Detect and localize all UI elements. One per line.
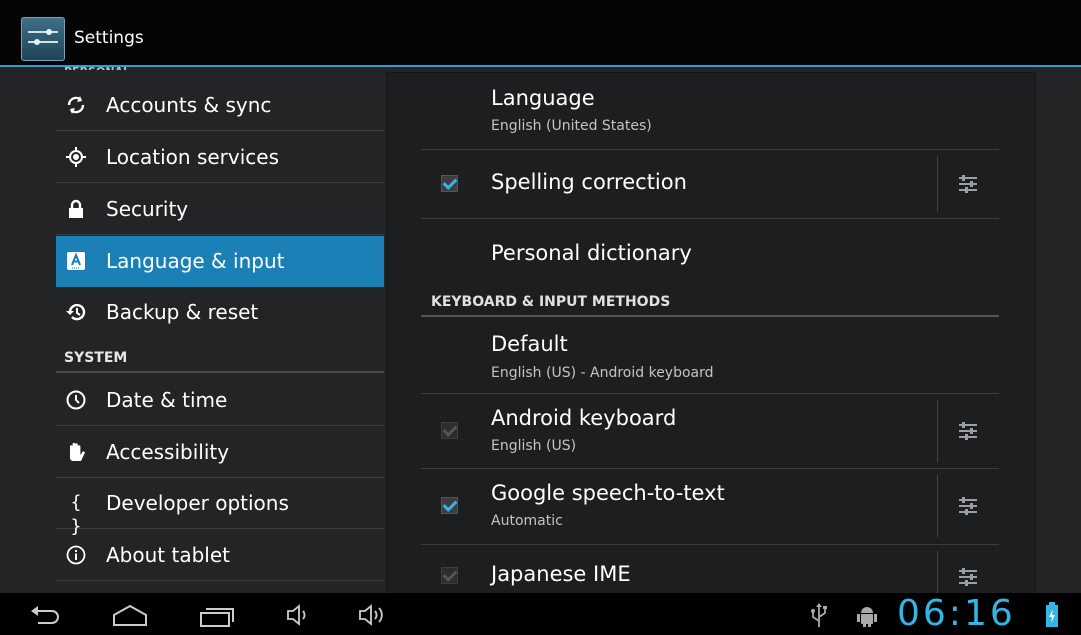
volume-up-button[interactable] xyxy=(356,601,396,629)
usb-icon xyxy=(811,603,827,627)
sidebar-item-location-services[interactable]: Location services xyxy=(56,132,384,183)
battery-charging-icon xyxy=(1046,602,1058,627)
sidebar-item-security[interactable]: Security xyxy=(56,184,384,235)
tune-settings-icon[interactable] xyxy=(956,494,980,518)
personal-dictionary-setting[interactable]: Personal dictionary xyxy=(421,219,999,289)
sidebar-item-label: Accounts & sync xyxy=(106,93,272,117)
sidebar-item-label: About tablet xyxy=(106,543,230,567)
default-keyboard-setting[interactable]: Default English (US) - Android keyboard xyxy=(421,317,999,394)
sidebar-item-developer-options[interactable]: { } Developer options xyxy=(56,478,384,537)
personal-section-header: PERSONAL xyxy=(64,65,130,70)
setting-summary: Automatic xyxy=(491,513,563,529)
lock-icon xyxy=(64,197,88,221)
sidebar-item-date-time[interactable]: Date & time xyxy=(56,375,384,426)
sidebar-item-label: Date & time xyxy=(106,388,228,412)
system-bar: 06:16 xyxy=(0,593,1081,635)
location-icon xyxy=(64,145,88,169)
section-header-label: KEYBOARD & INPUT METHODS xyxy=(431,294,671,310)
sidebar-item-label: Developer options xyxy=(106,491,289,515)
clock-icon xyxy=(64,388,88,412)
google-speech-setting[interactable]: Google speech-to-text Automatic xyxy=(421,469,999,545)
keyboard-section-header: KEYBOARD & INPUT METHODS xyxy=(421,289,999,317)
tune-settings-icon[interactable] xyxy=(956,172,980,196)
language-input-pane: Language English (United States) Spellin… xyxy=(386,72,1036,594)
main-area: PERSONAL Accounts & sync Location servic… xyxy=(0,65,1081,594)
app-title: Settings xyxy=(74,28,144,48)
setting-title: Google speech-to-text xyxy=(491,481,725,505)
sidebar-item-about-tablet[interactable]: About tablet xyxy=(56,530,384,581)
sidebar-item-backup-reset[interactable]: Backup & reset xyxy=(56,287,384,338)
sidebar-item-label: Language & input xyxy=(106,249,285,273)
info-icon xyxy=(64,543,88,567)
setting-title: Default xyxy=(491,332,568,356)
action-bar: Settings xyxy=(0,0,1081,67)
volume-down-button[interactable] xyxy=(284,601,314,629)
divider xyxy=(937,400,938,462)
setting-summary: English (US) - Android keyboard xyxy=(491,365,714,381)
back-button[interactable] xyxy=(28,601,62,629)
android-keyboard-setting[interactable]: Android keyboard English (US) xyxy=(421,394,999,469)
sidebar-item-label: Security xyxy=(106,197,189,221)
sync-icon xyxy=(64,93,88,117)
sidebar-item-accessibility[interactable]: Accessibility xyxy=(56,427,384,478)
braces-icon: { } xyxy=(70,492,82,537)
android-keyboard-checkbox xyxy=(441,422,458,439)
settings-sidebar: PERSONAL Accounts & sync Location servic… xyxy=(56,65,386,593)
backup-icon xyxy=(64,300,88,324)
sidebar-item-label: Location services xyxy=(106,145,280,169)
recent-apps-button[interactable] xyxy=(197,601,237,629)
section-header-label: SYSTEM xyxy=(64,350,128,366)
japanese-ime-checkbox xyxy=(441,567,458,584)
divider xyxy=(937,551,938,594)
setting-summary: English (US) xyxy=(491,438,577,454)
setting-summary: English (United States) xyxy=(491,118,652,134)
spelling-correction-setting[interactable]: Spelling correction xyxy=(421,150,999,219)
system-section-header: SYSTEM xyxy=(56,341,384,373)
sidebar-item-accounts-sync[interactable]: Accounts & sync xyxy=(56,80,384,131)
japanese-ime-setting[interactable]: Japanese IME xyxy=(421,545,999,594)
status-clock: 06:16 xyxy=(897,593,1016,634)
spelling-correction-checkbox[interactable] xyxy=(441,175,458,192)
divider xyxy=(937,475,938,537)
setting-title: Japanese IME xyxy=(491,562,631,586)
home-button[interactable] xyxy=(110,601,150,629)
android-debug-icon xyxy=(857,607,877,627)
google-speech-checkbox[interactable] xyxy=(441,497,458,514)
settings-app-icon[interactable] xyxy=(21,17,65,61)
setting-title: Language xyxy=(491,86,595,110)
setting-title: Android keyboard xyxy=(491,406,677,430)
sidebar-item-language-input[interactable]: Language & input xyxy=(56,236,384,287)
sidebar-item-label: Backup & reset xyxy=(106,300,259,324)
language-setting[interactable]: Language English (United States) xyxy=(421,72,999,150)
divider xyxy=(937,156,938,212)
hand-icon xyxy=(64,440,88,464)
setting-title: Personal dictionary xyxy=(491,241,692,265)
tune-settings-icon[interactable] xyxy=(956,565,980,589)
sidebar-item-label: Accessibility xyxy=(106,440,230,464)
setting-title: Spelling correction xyxy=(491,170,687,194)
language-icon xyxy=(64,249,88,273)
tune-settings-icon[interactable] xyxy=(956,419,980,443)
